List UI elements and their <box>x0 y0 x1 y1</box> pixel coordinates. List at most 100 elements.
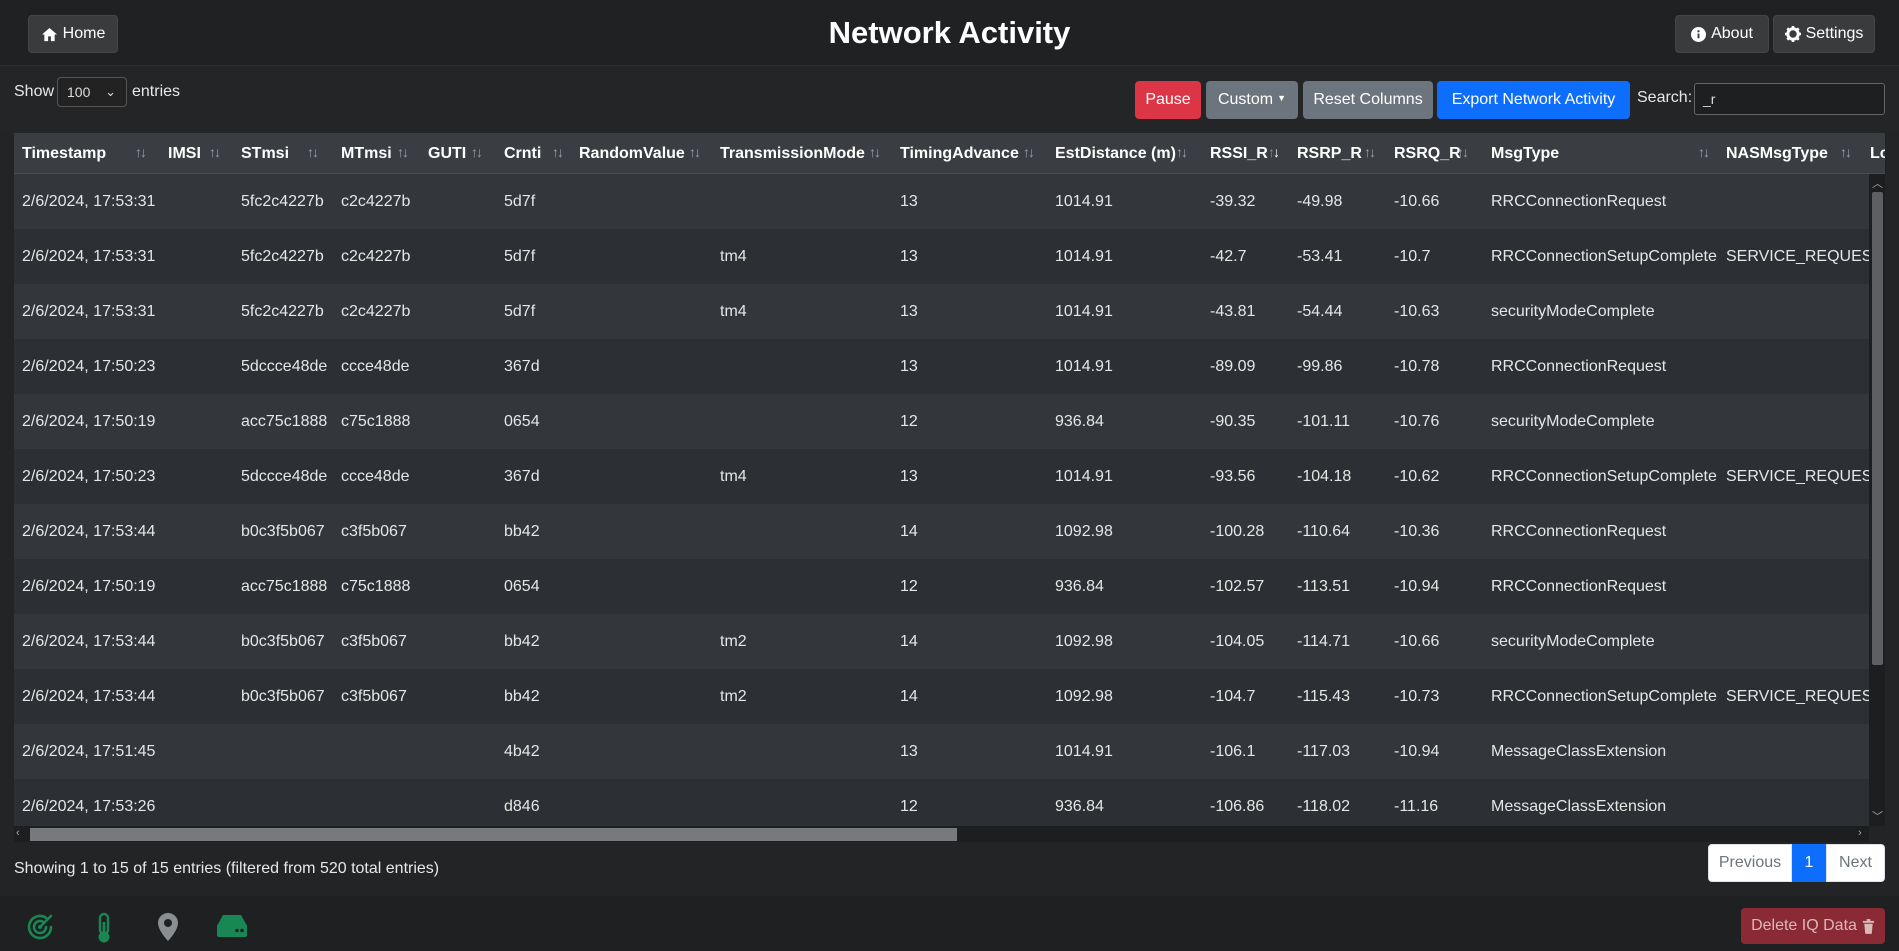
cell-timing-advance: 13 <box>900 302 918 320</box>
settings-button[interactable]: Settings <box>1773 15 1875 53</box>
sort-icon[interactable]: ↑↓ <box>1268 144 1280 160</box>
vertical-scrollbar[interactable]: ︿ ﹀ <box>1869 174 1885 826</box>
cell-est-distance: 1014.91 <box>1055 247 1113 265</box>
sort-icon[interactable]: ↑↓ <box>1840 144 1852 160</box>
pause-button[interactable]: Pause <box>1135 81 1201 119</box>
column-header-msg-type[interactable]: MsgType <box>1491 133 1559 174</box>
table-row[interactable]: 2/6/2024, 17:50:23 5dccce48de ccce48de 367d… <box>14 339 1869 394</box>
table-row[interactable]: 2/6/2024, 17:53:44 b0c3f5b067 c3f5b067 bb42… <box>14 504 1869 559</box>
column-header-timing-advance[interactable]: TimingAdvance <box>900 133 1019 174</box>
cell-mtmsi: c3f5b067 <box>341 632 407 650</box>
cell-rsrp-r: -117.03 <box>1297 742 1351 760</box>
page-length-select[interactable]: 100 ⌄ <box>57 77 127 107</box>
sort-icon[interactable]: ↑↓ <box>869 144 881 160</box>
cell-stmsi: b0c3f5b067 <box>241 522 325 540</box>
table-header: Timestamp ↑↓ IMSI ↑↓ STmsi ↑↓ MTmsi ↑↓ GUTI ↑↓ Crn… <box>14 133 1885 174</box>
sort-icon[interactable]: ↑↓ <box>1023 144 1035 160</box>
column-header-imsi[interactable]: IMSI <box>168 133 201 174</box>
map-marker-icon[interactable] <box>157 912 179 942</box>
about-button[interactable]: About <box>1675 15 1769 53</box>
horizontal-scroll-thumb[interactable] <box>30 828 957 841</box>
table-row[interactable]: 2/6/2024, 17:51:45 4b42 13 1014.91 -106.1 -11… <box>14 724 1869 779</box>
column-header-location[interactable]: Lo <box>1870 133 1885 174</box>
cell-rsrp-r: -110.64 <box>1297 522 1351 540</box>
cell-timing-advance: 14 <box>900 687 918 705</box>
radar-icon[interactable] <box>25 912 55 942</box>
cell-est-distance: 1014.91 <box>1055 357 1113 375</box>
cell-stmsi: 5fc2c4227b <box>241 247 324 265</box>
cell-rsrq-r: -10.66 <box>1394 632 1440 650</box>
sort-icon[interactable]: ↑↓ <box>1698 144 1710 160</box>
cell-rsrp-r: -114.71 <box>1297 632 1351 650</box>
thermometer-icon[interactable] <box>94 912 114 944</box>
cell-msg-type: RRCConnectionSetupComplete <box>1491 687 1717 705</box>
table-row[interactable]: 2/6/2024, 17:50:23 5dccce48de ccce48de 367d… <box>14 449 1882 504</box>
cell-timestamp: 2/6/2024, 17:53:31 <box>22 302 156 320</box>
vertical-scroll-thumb[interactable] <box>1872 192 1883 665</box>
column-header-crnti[interactable]: Crnti <box>504 133 541 174</box>
cell-timestamp: 2/6/2024, 17:50:19 <box>22 577 156 595</box>
column-header-rsrq-r[interactable]: RSRQ_R <box>1394 133 1461 174</box>
table-row[interactable]: 2/6/2024, 17:50:19 acc75c1888 c75c1888 0654… <box>14 394 1869 449</box>
column-header-mtmsi[interactable]: MTmsi <box>341 133 392 174</box>
table-row[interactable]: 2/6/2024, 17:50:19 acc75c1888 c75c1888 0654… <box>14 559 1869 614</box>
column-header-nas-msg-type[interactable]: NASMsgType <box>1726 133 1828 174</box>
column-header-stmsi[interactable]: STmsi <box>241 133 289 174</box>
sort-icon[interactable]: ↑↓ <box>307 144 319 160</box>
next-button[interactable]: Next <box>1826 844 1885 882</box>
table-row[interactable]: 2/6/2024, 17:53:26 d846 12 936.84 -106.86 -11… <box>14 779 1869 826</box>
table-row[interactable]: 2/6/2024, 17:53:44 b0c3f5b067 c3f5b067 bb42… <box>14 614 1869 669</box>
column-header-timestamp[interactable]: Timestamp <box>22 133 106 174</box>
column-header-rsrp-r[interactable]: RSRP_R <box>1297 133 1362 174</box>
entries-label: entries <box>132 83 181 100</box>
sort-icon[interactable]: ↑↓ <box>1457 144 1469 160</box>
search-input[interactable]: _r <box>1694 83 1885 115</box>
scroll-right-icon[interactable]: › <box>1858 827 1862 839</box>
cell-rssi-r: -89.09 <box>1210 357 1256 375</box>
sort-icon[interactable]: ↑↓ <box>135 144 147 160</box>
custom-dropdown-button[interactable]: Custom ▼ <box>1206 81 1298 119</box>
cell-msg-type: securityModeComplete <box>1491 302 1655 320</box>
scroll-left-icon[interactable]: ‹ <box>16 827 20 839</box>
cell-mtmsi: c2c4227b <box>341 192 411 210</box>
column-header-guti[interactable]: GUTI <box>428 133 466 174</box>
horizontal-scrollbar[interactable]: ‹ › <box>14 826 1869 842</box>
column-header-est-distance[interactable]: EstDistance (m) <box>1055 133 1176 174</box>
cell-timing-advance: 13 <box>900 247 918 265</box>
scroll-down-icon[interactable]: ﹀ <box>1872 808 1883 824</box>
cell-timing-advance: 12 <box>900 797 918 815</box>
cell-transmission-mode: tm4 <box>720 302 747 320</box>
cell-mtmsi: c2c4227b <box>341 247 411 265</box>
hard-drive-icon[interactable] <box>215 912 249 940</box>
table-row[interactable]: 2/6/2024, 17:53:31 5fc2c4227b c2c4227b 5d7f… <box>14 229 1882 284</box>
sort-icon[interactable]: ↑↓ <box>1364 144 1376 160</box>
page-1-button[interactable]: 1 <box>1792 844 1826 882</box>
sort-icon[interactable]: ↑↓ <box>471 144 483 160</box>
cell-rsrp-r: -118.02 <box>1297 797 1351 815</box>
table-row[interactable]: 2/6/2024, 17:53:31 5fc2c4227b c2c4227b 5d7f… <box>14 284 1869 339</box>
sort-icon[interactable]: ↑↓ <box>209 144 221 160</box>
column-header-transmission-mode[interactable]: TransmissionMode <box>720 133 865 174</box>
sort-icon[interactable]: ↑↓ <box>552 144 564 160</box>
column-header-rssi-r[interactable]: RSSI_R <box>1210 133 1268 174</box>
cell-crnti: 4b42 <box>504 742 540 760</box>
previous-button[interactable]: Previous <box>1708 844 1792 882</box>
reset-columns-button[interactable]: Reset Columns <box>1303 81 1433 119</box>
next-label: Next <box>1839 854 1872 871</box>
table-row[interactable]: 2/6/2024, 17:53:31 5fc2c4227b c2c4227b 5d7f… <box>14 174 1869 229</box>
sort-icon[interactable]: ↑↓ <box>689 144 701 160</box>
table-row[interactable]: 2/6/2024, 17:53:44 b0c3f5b067 c3f5b067 bb42… <box>14 669 1882 724</box>
cell-stmsi: 5fc2c4227b <box>241 302 324 320</box>
cell-est-distance: 1092.98 <box>1055 632 1113 650</box>
cell-transmission-mode: tm2 <box>720 632 747 650</box>
cell-mtmsi: c2c4227b <box>341 302 411 320</box>
column-header-random-value[interactable]: RandomValue <box>579 133 685 174</box>
cell-timing-advance: 14 <box>900 522 918 540</box>
delete-iq-data-button[interactable]: Delete IQ Data <box>1741 908 1885 944</box>
scroll-up-icon[interactable]: ︿ <box>1872 175 1883 191</box>
trash-icon <box>1862 918 1874 934</box>
sort-icon[interactable]: ↑↓ <box>1176 144 1188 160</box>
sort-icon[interactable]: ↑↓ <box>397 144 409 160</box>
cell-timing-advance: 12 <box>900 577 918 595</box>
export-button[interactable]: Export Network Activity <box>1437 81 1630 119</box>
